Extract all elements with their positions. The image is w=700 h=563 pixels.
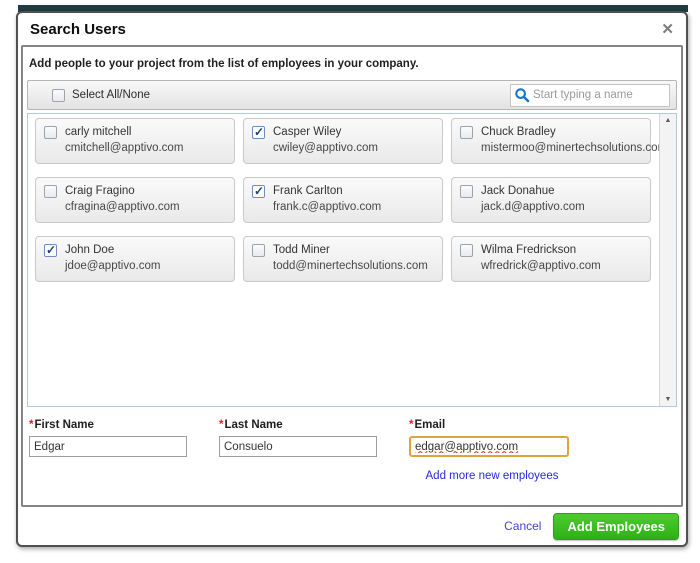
required-asterisk: * xyxy=(29,419,33,431)
employee-card[interactable]: Jack Donahuejack.d@apptivo.com xyxy=(451,177,651,223)
employee-card[interactable]: Frank Carltonfrank.c@apptivo.com xyxy=(243,177,443,223)
employee-email: jdoe@apptivo.com xyxy=(65,258,160,275)
employee-name: John Doe xyxy=(65,243,160,258)
employee-card-text: Jack Donahuejack.d@apptivo.com xyxy=(481,184,585,222)
scrollbar[interactable]: ▲ ▼ xyxy=(659,114,676,406)
checkbox-unchecked-icon[interactable] xyxy=(460,126,473,139)
field-label-text: Email xyxy=(414,419,445,431)
cancel-link[interactable]: Cancel xyxy=(504,519,541,533)
employee-email: frank.c@apptivo.com xyxy=(273,199,381,216)
first-name-field[interactable] xyxy=(29,436,187,457)
email-field[interactable] xyxy=(409,436,569,457)
add-more-link[interactable]: Add more new employees xyxy=(409,470,575,482)
form-field: *First Name xyxy=(29,419,219,457)
employee-name: Todd Miner xyxy=(273,243,428,258)
field-label-text: First Name xyxy=(34,419,93,431)
checkbox-checked-icon[interactable] xyxy=(44,244,57,257)
dialog-header: Search Users ✕ xyxy=(18,13,686,45)
dialog-body: Add people to your project from the list… xyxy=(21,45,683,507)
employee-list: carly mitchellcmitchell@apptivo.com Caspe… xyxy=(27,113,677,407)
employee-name: Jack Donahue xyxy=(481,184,585,199)
checkbox-checked-icon[interactable] xyxy=(252,185,265,198)
employee-card-text: Chuck Bradleymistermoo@minertechsolution… xyxy=(481,125,667,163)
employee-email: cmitchell@apptivo.com xyxy=(65,140,183,157)
employee-name: Casper Wiley xyxy=(273,125,378,140)
employee-email: cfragina@apptivo.com xyxy=(65,199,180,216)
form-field: *Last Name xyxy=(219,419,409,457)
scroll-down-icon[interactable]: ▼ xyxy=(660,396,676,403)
field-label: *First Name xyxy=(29,419,219,431)
employee-card[interactable]: Craig Fraginocfragina@apptivo.com xyxy=(35,177,235,223)
field-label: *Email xyxy=(409,419,599,431)
select-all-checkbox[interactable] xyxy=(52,89,65,102)
employee-email: wfredrick@apptivo.com xyxy=(481,258,601,275)
employee-name: Chuck Bradley xyxy=(481,125,667,140)
checkbox-unchecked-icon[interactable] xyxy=(252,244,265,257)
employee-card-text: Todd Minertodd@minertechsolutions.com xyxy=(273,243,428,281)
employee-email: mistermoo@minertechsolutions.com xyxy=(481,140,667,157)
employee-card[interactable]: carly mitchellcmitchell@apptivo.com xyxy=(35,118,235,164)
search-icon xyxy=(514,87,530,103)
employee-card[interactable]: Wilma Fredricksonwfredrick@apptivo.com xyxy=(451,236,651,282)
checkbox-unchecked-icon[interactable] xyxy=(44,126,57,139)
dialog-footer: Cancel Add Employees xyxy=(18,507,686,545)
required-asterisk: * xyxy=(409,419,413,431)
select-all-label: Select All/None xyxy=(72,89,150,101)
employee-grid: carly mitchellcmitchell@apptivo.com Caspe… xyxy=(28,114,659,406)
field-label: *Last Name xyxy=(219,419,409,431)
employee-card-text: Wilma Fredricksonwfredrick@apptivo.com xyxy=(481,243,601,281)
search-box xyxy=(510,84,670,107)
new-employee-form: *First Name*Last Name*Email xyxy=(27,419,677,457)
field-label-text: Last Name xyxy=(224,419,282,431)
form-field: *Email xyxy=(409,419,599,457)
scroll-up-icon[interactable]: ▲ xyxy=(660,117,676,124)
dialog-title: Search Users xyxy=(30,21,126,38)
employee-name: Frank Carlton xyxy=(273,184,381,199)
employee-card[interactable]: Casper Wileycwiley@apptivo.com xyxy=(243,118,443,164)
list-toolbar: Select All/None xyxy=(27,80,677,110)
employee-name: Wilma Fredrickson xyxy=(481,243,601,258)
employee-card[interactable]: Chuck Bradleymistermoo@minertechsolution… xyxy=(451,118,651,164)
employee-card-text: Casper Wileycwiley@apptivo.com xyxy=(273,125,378,163)
checkbox-checked-icon[interactable] xyxy=(252,126,265,139)
employee-card-text: Craig Fraginocfragina@apptivo.com xyxy=(65,184,180,222)
add-employees-button[interactable]: Add Employees xyxy=(553,513,679,540)
search-input[interactable] xyxy=(533,89,666,101)
employee-email: jack.d@apptivo.com xyxy=(481,199,585,216)
close-icon[interactable]: ✕ xyxy=(661,22,674,37)
employee-email: todd@minertechsolutions.com xyxy=(273,258,428,275)
required-asterisk: * xyxy=(219,419,223,431)
instruction-text: Add people to your project from the list… xyxy=(29,58,675,70)
checkbox-unchecked-icon[interactable] xyxy=(460,244,473,257)
employee-name: carly mitchell xyxy=(65,125,183,140)
employee-card[interactable]: John Doejdoe@apptivo.com xyxy=(35,236,235,282)
last-name-field[interactable] xyxy=(219,436,377,457)
search-users-dialog: Search Users ✕ Add people to your projec… xyxy=(16,11,688,547)
employee-card-text: Frank Carltonfrank.c@apptivo.com xyxy=(273,184,381,222)
checkbox-unchecked-icon[interactable] xyxy=(44,185,57,198)
employee-email: cwiley@apptivo.com xyxy=(273,140,378,157)
employee-card-text: carly mitchellcmitchell@apptivo.com xyxy=(65,125,183,163)
employee-name: Craig Fragino xyxy=(65,184,180,199)
employee-card[interactable]: Todd Minertodd@minertechsolutions.com xyxy=(243,236,443,282)
page: Search Users ✕ Add people to your projec… xyxy=(0,0,700,563)
employee-card-text: John Doejdoe@apptivo.com xyxy=(65,243,160,281)
checkbox-unchecked-icon[interactable] xyxy=(460,185,473,198)
